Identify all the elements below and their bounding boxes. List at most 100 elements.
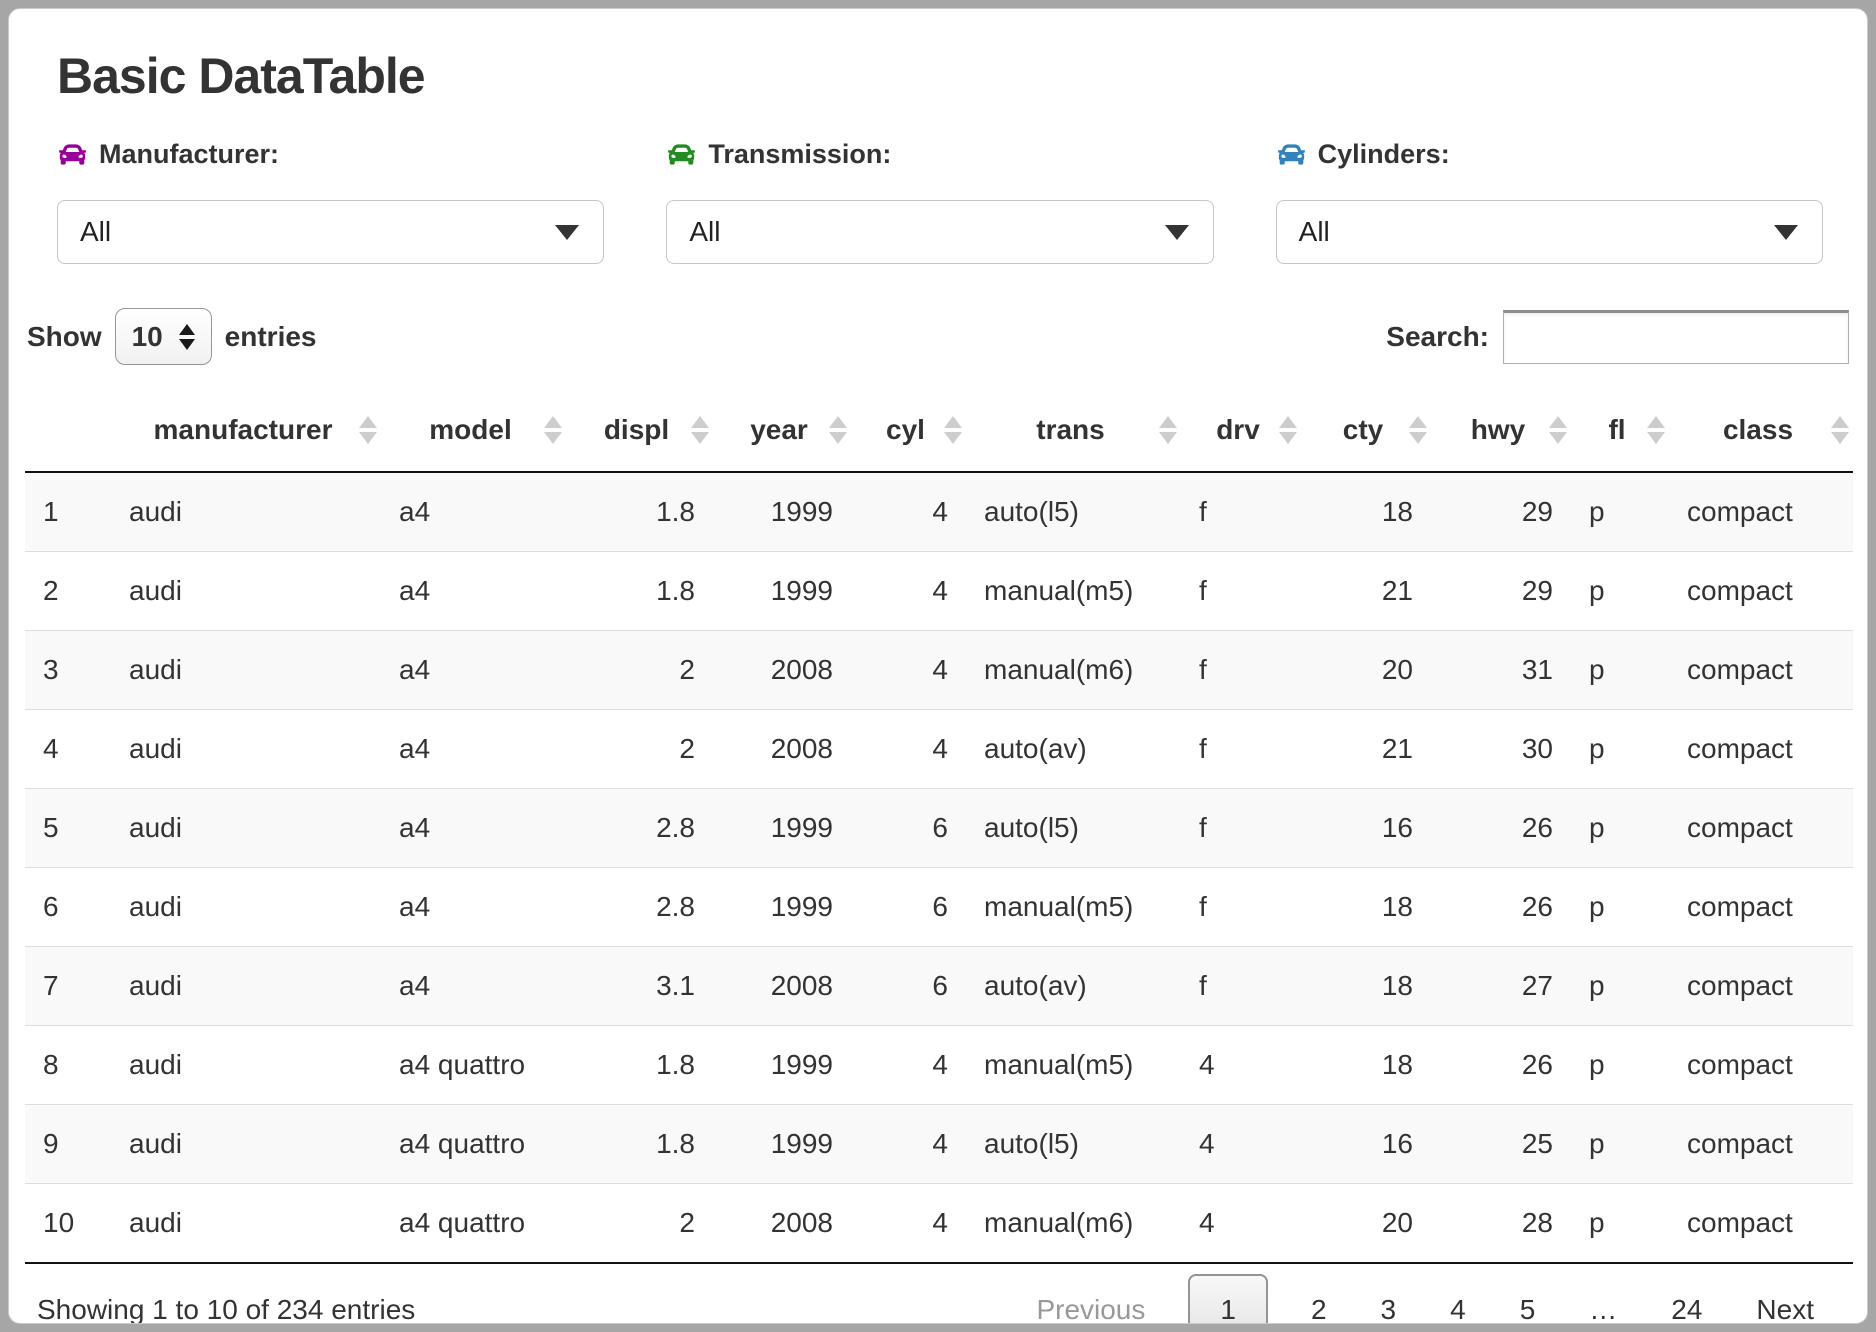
column-header-class[interactable]: class — [1669, 389, 1853, 472]
table-cell: manual(m5) — [966, 868, 1181, 947]
column-header-model[interactable]: model — [381, 389, 566, 472]
page-button-24[interactable]: 24 — [1644, 1280, 1729, 1324]
table-cell: 2008 — [713, 947, 851, 1026]
table-cell: compact — [1669, 789, 1853, 868]
table-cell: 18 — [1301, 947, 1431, 1026]
sort-arrows-icon — [359, 416, 377, 444]
table-cell: 4 — [851, 710, 966, 789]
sort-arrows-icon — [691, 416, 709, 444]
column-label: trans — [1036, 414, 1104, 445]
table-cell: 7 — [25, 947, 111, 1026]
table-cell: p — [1571, 1184, 1669, 1264]
table-cell: p — [1571, 789, 1669, 868]
filter-label-text: Manufacturer: — [99, 139, 279, 170]
chevron-down-icon — [555, 225, 579, 240]
table-cell: auto(l5) — [966, 789, 1181, 868]
table-cell: audi — [111, 789, 381, 868]
page-button-4[interactable]: 4 — [1423, 1280, 1493, 1324]
page-length-select[interactable]: 10 — [115, 308, 212, 365]
column-label: cyl — [886, 414, 925, 445]
car-icon — [57, 141, 88, 168]
manufacturer-select[interactable]: All — [57, 200, 604, 264]
next-page-button[interactable]: Next — [1729, 1280, 1841, 1324]
table-cell: 2 — [25, 552, 111, 631]
column-label: fl — [1608, 414, 1625, 445]
column-header-hwy[interactable]: hwy — [1431, 389, 1571, 472]
search-input[interactable] — [1503, 310, 1849, 364]
header-row: manufacturermodel displ year cyl trans drv cty… — [25, 389, 1853, 472]
column-header-fl[interactable]: fl — [1571, 389, 1669, 472]
table-row: 6audia42.819996manual(m5)f1826pcompact — [25, 868, 1853, 947]
table-cell: manual(m5) — [966, 1026, 1181, 1105]
table-cell: 6 — [25, 868, 111, 947]
table-cell: p — [1571, 552, 1669, 631]
table-cell: f — [1181, 789, 1301, 868]
table-cell: a4 — [381, 472, 566, 552]
table-cell: p — [1571, 631, 1669, 710]
column-header-trans[interactable]: trans — [966, 389, 1181, 472]
page-button-2[interactable]: 2 — [1284, 1280, 1354, 1324]
sort-arrows-icon — [1159, 416, 1177, 444]
table-cell: 4 — [851, 1105, 966, 1184]
table-cell: 8 — [25, 1026, 111, 1105]
column-label: year — [750, 414, 808, 445]
table-cell: 4 — [851, 631, 966, 710]
table-cell: 4 — [851, 1026, 966, 1105]
selected-value: All — [80, 216, 111, 248]
table-row: 9audia4 quattro1.819994auto(l5)41625pcom… — [25, 1105, 1853, 1184]
table-cell: 20 — [1301, 631, 1431, 710]
table-row: 3audia4220084manual(m6)f2031pcompact — [25, 631, 1853, 710]
chevron-down-icon — [1165, 225, 1189, 240]
selected-value: All — [689, 216, 720, 248]
column-header-drv[interactable]: drv — [1181, 389, 1301, 472]
column-header-cyl[interactable]: cyl — [851, 389, 966, 472]
filter-label: Cylinders: — [1276, 139, 1823, 170]
table-cell: compact — [1669, 552, 1853, 631]
table-cell: 2.8 — [566, 868, 713, 947]
table-cell: 2008 — [713, 1184, 851, 1264]
cylinders-select[interactable]: All — [1276, 200, 1823, 264]
page-button-3[interactable]: 3 — [1354, 1280, 1424, 1324]
table-cell: compact — [1669, 1184, 1853, 1264]
table-cell: audi — [111, 472, 381, 552]
table-cell: a4 — [381, 552, 566, 631]
table-cell: 3 — [25, 631, 111, 710]
car-icon — [666, 141, 697, 168]
transmission-select[interactable]: All — [666, 200, 1213, 264]
table-cell: 1 — [25, 472, 111, 552]
table-cell: p — [1571, 710, 1669, 789]
column-label: displ — [604, 414, 669, 445]
column-label: cty — [1343, 414, 1383, 445]
table-cell: manual(m6) — [966, 1184, 1181, 1264]
table-cell: a4 quattro — [381, 1026, 566, 1105]
table-cell: 25 — [1431, 1105, 1571, 1184]
table-row: 4audia4220084auto(av)f2130pcompact — [25, 710, 1853, 789]
table-cell: audi — [111, 1026, 381, 1105]
table-cell: p — [1571, 1105, 1669, 1184]
column-header-manufacturer[interactable]: manufacturer — [111, 389, 381, 472]
page-button-1[interactable]: 1 — [1188, 1274, 1268, 1324]
column-header-year[interactable]: year — [713, 389, 851, 472]
sort-arrows-icon — [944, 416, 962, 444]
sort-arrows-icon — [1549, 416, 1567, 444]
page-button-5[interactable]: 5 — [1493, 1280, 1563, 1324]
table-row: 2audia41.819994manual(m5)f2129pcompact — [25, 552, 1853, 631]
table-cell: compact — [1669, 631, 1853, 710]
column-header-displ[interactable]: displ — [566, 389, 713, 472]
table-cell: 31 — [1431, 631, 1571, 710]
spinner-icon — [179, 324, 195, 350]
table-row: 7audia43.120086auto(av)f1827pcompact — [25, 947, 1853, 1026]
table-cell: 1999 — [713, 472, 851, 552]
table-cell: 1.8 — [566, 552, 713, 631]
table-cell: 27 — [1431, 947, 1571, 1026]
selected-value: All — [1299, 216, 1330, 248]
filter-manufacturer: Manufacturer: All — [57, 139, 604, 264]
table-cell: 21 — [1301, 552, 1431, 631]
table-cell: 21 — [1301, 710, 1431, 789]
table-cell: p — [1571, 472, 1669, 552]
table-cell: 4 — [1181, 1026, 1301, 1105]
column-label: class — [1723, 414, 1793, 445]
filter-cylinders: Cylinders: All — [1276, 139, 1823, 264]
table-cell: 4 — [851, 472, 966, 552]
column-header-cty[interactable]: cty — [1301, 389, 1431, 472]
